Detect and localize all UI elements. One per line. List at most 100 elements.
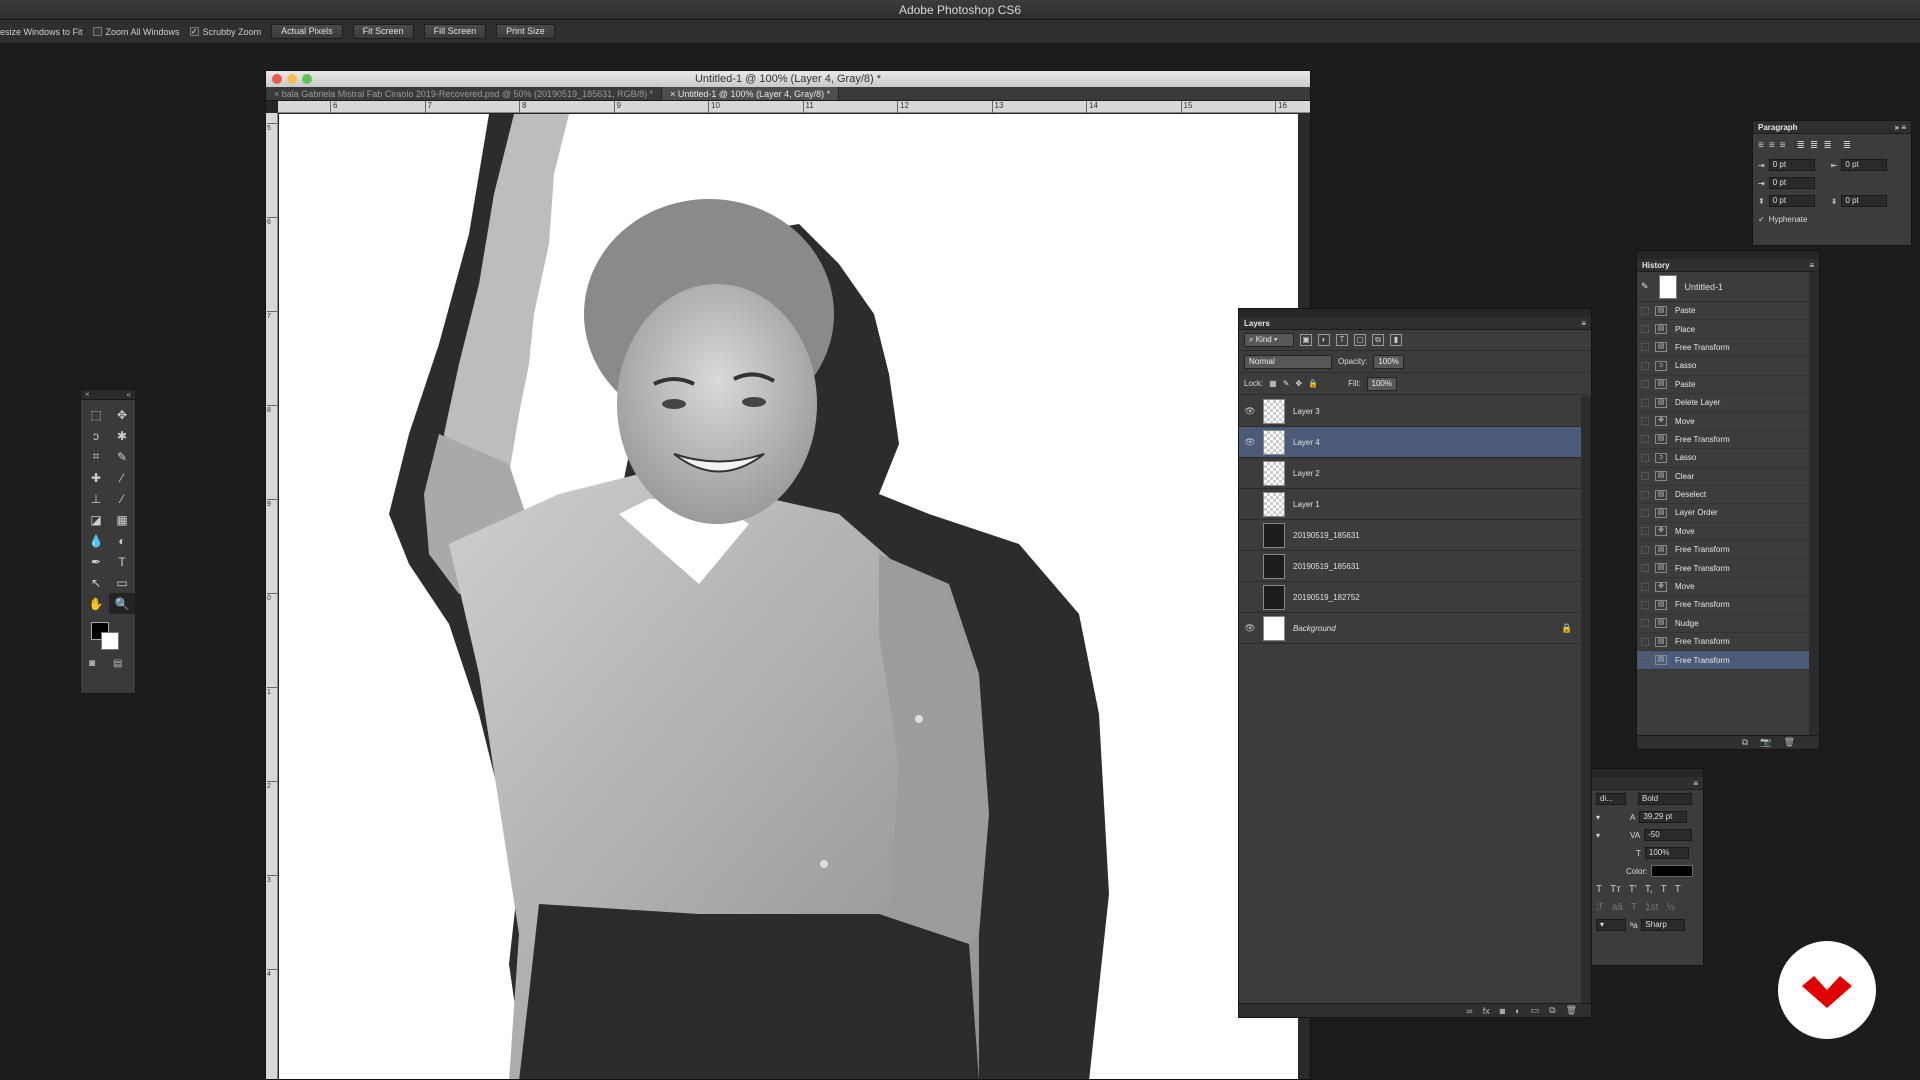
camera-icon[interactable]: 📷 xyxy=(1760,737,1771,748)
history-source-box[interactable] xyxy=(1641,619,1649,628)
pen-icon[interactable]: ✒ xyxy=(83,551,109,572)
history-source-box[interactable] xyxy=(1641,637,1649,646)
scrubby-zoom-checkbox[interactable]: ✓ Scrubby Zoom xyxy=(189,27,261,37)
eraser-icon[interactable]: ◪ xyxy=(83,509,109,530)
history-source-box[interactable] xyxy=(1641,361,1649,370)
blend-mode-select[interactable]: Normal xyxy=(1244,354,1332,369)
filter-toggle-icon[interactable]: ▮ xyxy=(1390,334,1402,346)
minimize-window-button[interactable] xyxy=(287,74,297,84)
history-source-box[interactable] xyxy=(1641,582,1649,591)
healing-icon[interactable]: ✚ xyxy=(83,467,109,488)
lasso-icon[interactable]: ↄ xyxy=(83,425,109,446)
text-style-toggle[interactable]: T' xyxy=(1629,884,1637,895)
history-source-box[interactable] xyxy=(1641,527,1649,536)
history-state[interactable]: ▤ Clear xyxy=(1637,468,1819,486)
fill-screen-button[interactable]: Fill Screen xyxy=(423,24,487,39)
opentype-toggle[interactable]: ℱ xyxy=(1596,902,1604,913)
move-icon[interactable]: ✥ xyxy=(109,404,135,425)
layer-name[interactable]: 20190519_185631 xyxy=(1293,562,1581,571)
gradient-icon[interactable]: ▦ xyxy=(109,509,135,530)
language-select[interactable]: ▾ xyxy=(1596,919,1626,931)
tracking-input[interactable]: -50 xyxy=(1644,829,1693,841)
justify-last-center-icon[interactable]: ≣ xyxy=(1810,140,1818,151)
checkbox-box[interactable] xyxy=(92,27,102,36)
text-color-swatch[interactable] xyxy=(1651,865,1694,877)
collapse-icon[interactable]: « xyxy=(127,390,131,399)
screen-mode-icon[interactable]: ▤ xyxy=(113,658,122,669)
history-state[interactable]: ▤ Paste xyxy=(1637,302,1819,321)
opentype-toggle[interactable]: aā xyxy=(1612,902,1623,913)
history-state[interactable]: ✥ Move xyxy=(1637,578,1819,597)
history-state[interactable]: ▤ Nudge xyxy=(1637,615,1819,634)
visibility-eye-icon[interactable]: 👁 xyxy=(1239,406,1261,417)
layer-name[interactable]: Layer 2 xyxy=(1293,469,1581,478)
paragraph-panel-header[interactable]: Paragraph » ≡ xyxy=(1753,121,1911,134)
panel-grip[interactable] xyxy=(1239,309,1591,317)
hand-icon[interactable]: ✋ xyxy=(83,593,109,614)
justify-all-icon[interactable]: ≣ xyxy=(1843,140,1851,151)
text-style-toggle[interactable]: T xyxy=(1675,884,1681,895)
actual-pixels-button[interactable]: Actual Pixels xyxy=(271,24,343,39)
history-state[interactable]: ↄ Lasso xyxy=(1637,357,1819,376)
opentype-toggle[interactable]: 1st xyxy=(1645,902,1658,913)
lock-position-icon[interactable]: ✥ xyxy=(1295,379,1302,388)
layer-row[interactable]: Layer 2 xyxy=(1239,458,1581,489)
filter-kind-select[interactable]: ⌕ Kind ▾ xyxy=(1244,333,1294,347)
hyphenate-checkbox[interactable]: ✓ xyxy=(1758,215,1765,224)
resize-windows-checkbox[interactable]: esize Windows to Fit xyxy=(0,27,83,37)
history-state[interactable]: ▤ Free Transform xyxy=(1637,651,1819,670)
history-state[interactable]: ▤ Free Transform xyxy=(1637,633,1819,652)
dodge-icon[interactable]: ◐ xyxy=(109,530,135,551)
shape-filter-icon[interactable]: ▢ xyxy=(1354,334,1366,346)
layer-name[interactable]: 20190519_182752 xyxy=(1293,593,1581,602)
path-select-icon[interactable]: ↖ xyxy=(83,572,109,593)
font-size-dropdown[interactable]: ▾ xyxy=(1596,813,1626,822)
quick-mask-icon[interactable]: ◙ xyxy=(89,658,95,669)
history-source-box[interactable] xyxy=(1641,343,1649,352)
fit-screen-button[interactable]: Fit Screen xyxy=(352,24,414,39)
eyedropper-icon[interactable]: ✎ xyxy=(109,446,135,467)
history-source-box[interactable] xyxy=(1641,306,1649,315)
history-state[interactable]: ▤ Free Transform xyxy=(1637,559,1819,578)
history-source-box[interactable] xyxy=(1641,545,1649,554)
history-source-box[interactable] xyxy=(1641,600,1649,609)
character-panel-header[interactable]: ≡ xyxy=(1592,777,1703,790)
history-state[interactable]: ▤ Delete Layer xyxy=(1637,394,1819,413)
crop-icon[interactable]: ⌗ xyxy=(83,446,109,467)
layer-row[interactable]: Layer 1 xyxy=(1239,489,1581,520)
new-document-from-state-icon[interactable]: ⧉ xyxy=(1742,737,1748,748)
panel-menu-icon[interactable]: ≡ xyxy=(1693,779,1698,788)
space-before-input[interactable]: 0 pt xyxy=(1768,195,1815,207)
smart-object-filter-icon[interactable]: ⧉ xyxy=(1372,334,1384,346)
layer-row[interactable]: 20190519_185631 xyxy=(1239,551,1581,582)
link-layers-icon[interactable]: ∞ xyxy=(1466,1006,1472,1016)
zoom-icon[interactable]: 🔍 xyxy=(109,593,135,614)
font-family-select[interactable]: di... xyxy=(1596,793,1626,805)
panel-menu-icon[interactable]: ≡ xyxy=(1581,319,1586,328)
new-group-icon[interactable]: ▭ xyxy=(1531,1005,1540,1016)
layer-style-icon[interactable]: fx xyxy=(1483,1006,1490,1016)
lock-all-icon[interactable]: 🔒 xyxy=(1308,379,1318,388)
pixel-filter-icon[interactable]: ▣ xyxy=(1300,334,1312,346)
adjustment-layer-icon[interactable]: ◐ xyxy=(1515,1006,1520,1016)
history-source-box[interactable] xyxy=(1641,508,1649,517)
shape-icon[interactable]: ▭ xyxy=(109,572,135,593)
history-state[interactable]: ▤ Layer Order xyxy=(1637,504,1819,523)
magic-wand-icon[interactable]: ✱ xyxy=(109,425,135,446)
history-source-box[interactable] xyxy=(1641,564,1649,573)
opentype-toggle[interactable]: ½ xyxy=(1666,902,1674,913)
align-center-icon[interactable]: ≡ xyxy=(1769,140,1775,151)
layer-row[interactable]: 20190519_182752 xyxy=(1239,582,1581,613)
layer-row[interactable]: 20190519_185631 xyxy=(1239,520,1581,551)
text-style-toggle[interactable]: Tт xyxy=(1610,884,1621,895)
history-state[interactable]: ▤ Free Transform xyxy=(1637,541,1819,560)
visibility-eye-icon[interactable]: 👁 xyxy=(1239,437,1261,448)
trash-icon[interactable]: 🗑 xyxy=(1566,1005,1577,1016)
visibility-eye-icon[interactable]: 👁 xyxy=(1239,623,1261,634)
space-after-input[interactable]: 0 pt xyxy=(1841,195,1888,207)
history-source-box[interactable] xyxy=(1641,435,1649,444)
history-source-box[interactable] xyxy=(1641,453,1649,462)
text-style-toggle[interactable]: T xyxy=(1596,884,1602,895)
font-style-select[interactable]: Bold xyxy=(1638,793,1692,805)
justify-last-left-icon[interactable]: ≣ xyxy=(1797,140,1805,151)
